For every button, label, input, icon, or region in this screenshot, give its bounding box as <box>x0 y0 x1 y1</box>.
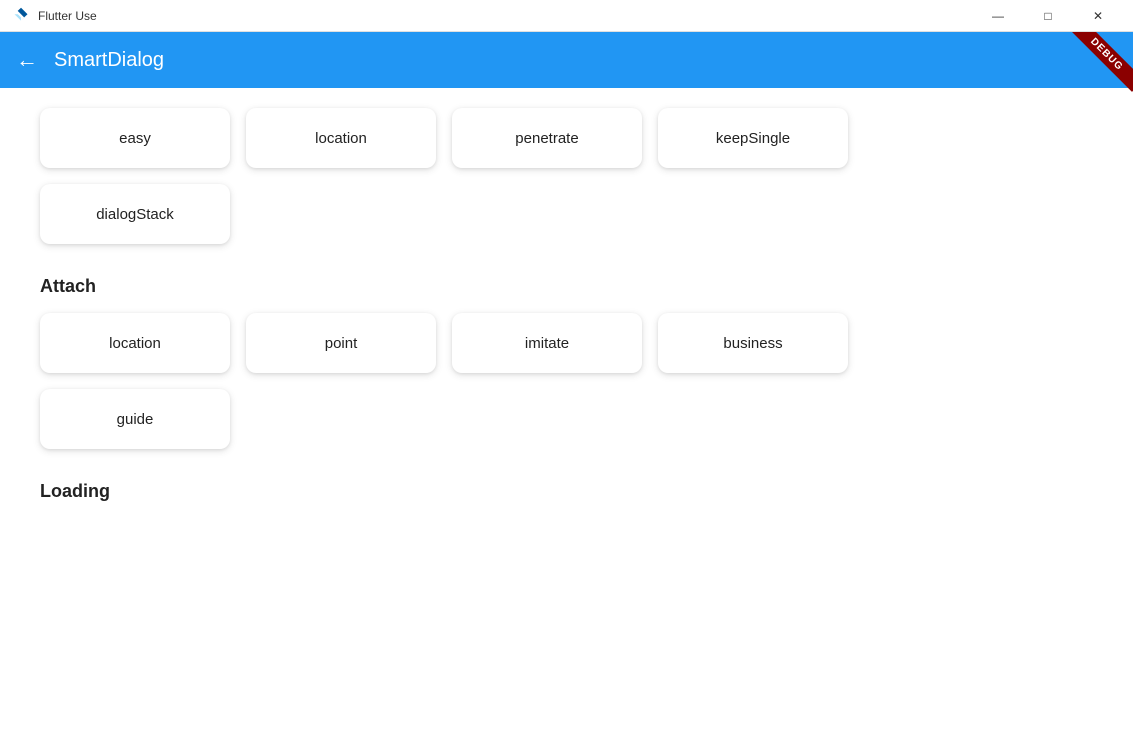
maximize-button[interactable]: □ <box>1025 0 1071 32</box>
attach-business-button[interactable]: business <box>658 313 848 373</box>
attach-section-label: Attach <box>40 276 1093 297</box>
top-button-row-2: dialogStack <box>40 184 1093 244</box>
loading-section-label: Loading <box>40 481 1093 502</box>
app-bar: ← SmartDialog <box>0 32 1133 88</box>
title-bar: Flutter Use — □ ✕ <box>0 0 1133 32</box>
close-button[interactable]: ✕ <box>1075 0 1121 32</box>
minimize-button[interactable]: — <box>975 0 1021 32</box>
flutter-logo-icon <box>12 7 30 25</box>
easy-button[interactable]: easy <box>40 108 230 168</box>
title-bar-left: Flutter Use <box>12 7 97 25</box>
attach-point-button[interactable]: point <box>246 313 436 373</box>
attach-location-button[interactable]: location <box>40 313 230 373</box>
title-bar-controls: — □ ✕ <box>975 0 1121 32</box>
attach-imitate-button[interactable]: imitate <box>452 313 642 373</box>
attach-guide-button[interactable]: guide <box>40 389 230 449</box>
location-button-top[interactable]: location <box>246 108 436 168</box>
penetrate-button[interactable]: penetrate <box>452 108 642 168</box>
attach-button-row-2: guide <box>40 389 1093 449</box>
top-button-row-1: easy location penetrate keepSingle <box>40 108 1093 168</box>
app-bar-title: SmartDialog <box>54 49 164 72</box>
content-area: easy location penetrate keepSingle dialo… <box>0 88 1133 738</box>
keepsingle-button[interactable]: keepSingle <box>658 108 848 168</box>
attach-button-row-1: location point imitate business <box>40 313 1093 373</box>
dialogstack-button[interactable]: dialogStack <box>40 184 230 244</box>
title-bar-title: Flutter Use <box>38 9 97 23</box>
back-button[interactable]: ← <box>16 47 38 73</box>
